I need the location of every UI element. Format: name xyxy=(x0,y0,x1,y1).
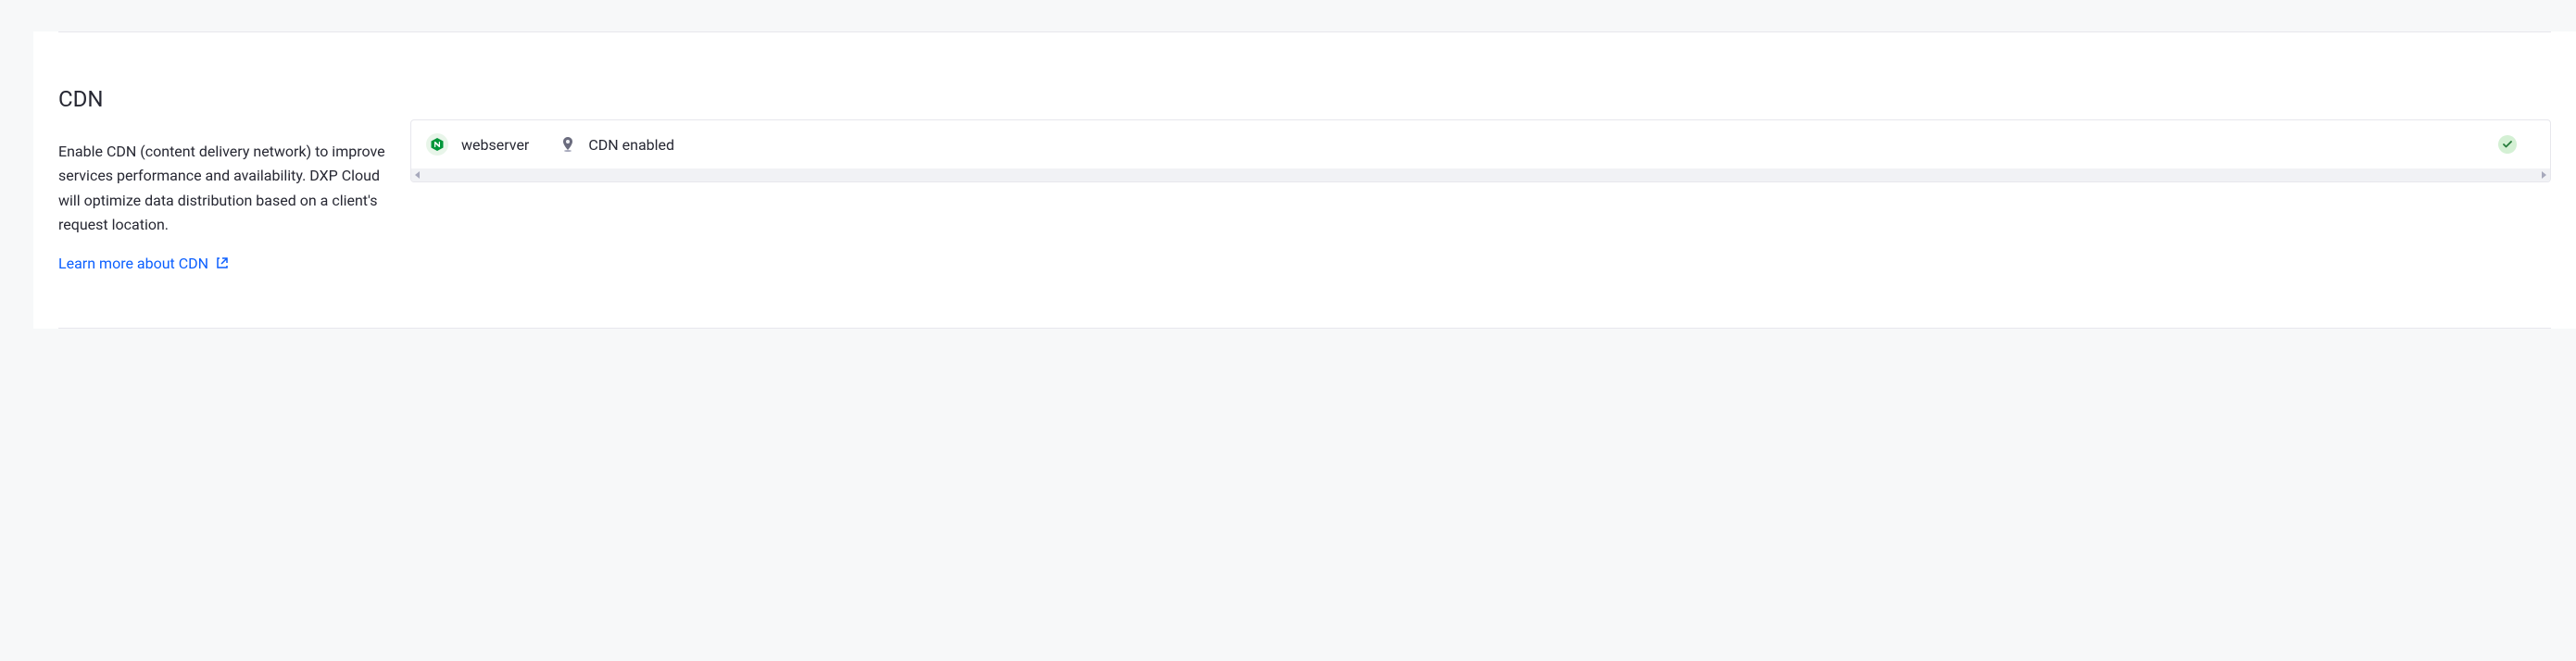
cdn-service-panel: webserver CDN enabled xyxy=(410,86,2551,272)
service-name: webserver xyxy=(461,136,529,154)
scroll-left-arrow-icon[interactable] xyxy=(415,171,420,179)
checkmark-icon xyxy=(2503,141,2512,148)
cdn-status-text: CDN enabled xyxy=(588,136,2485,154)
external-link-icon xyxy=(216,256,229,269)
service-row[interactable]: webserver CDN enabled xyxy=(411,120,2550,168)
section-divider xyxy=(58,328,2551,329)
cdn-description: Enable CDN (content delivery network) to… xyxy=(58,140,410,238)
location-pin-icon xyxy=(560,137,575,152)
cdn-section: CDN Enable CDN (content delivery network… xyxy=(33,32,2576,272)
cdn-title: CDN xyxy=(58,86,410,112)
nginx-icon xyxy=(426,133,448,156)
cdn-info-panel: CDN Enable CDN (content delivery network… xyxy=(58,86,410,272)
scroll-right-arrow-icon[interactable] xyxy=(2542,171,2546,179)
horizontal-scrollbar[interactable] xyxy=(411,168,2550,181)
service-card: webserver CDN enabled xyxy=(410,119,2551,182)
status-success-badge xyxy=(2498,135,2517,154)
learn-more-cdn-link[interactable]: Learn more about CDN xyxy=(58,255,229,272)
learn-more-label: Learn more about CDN xyxy=(58,255,208,272)
